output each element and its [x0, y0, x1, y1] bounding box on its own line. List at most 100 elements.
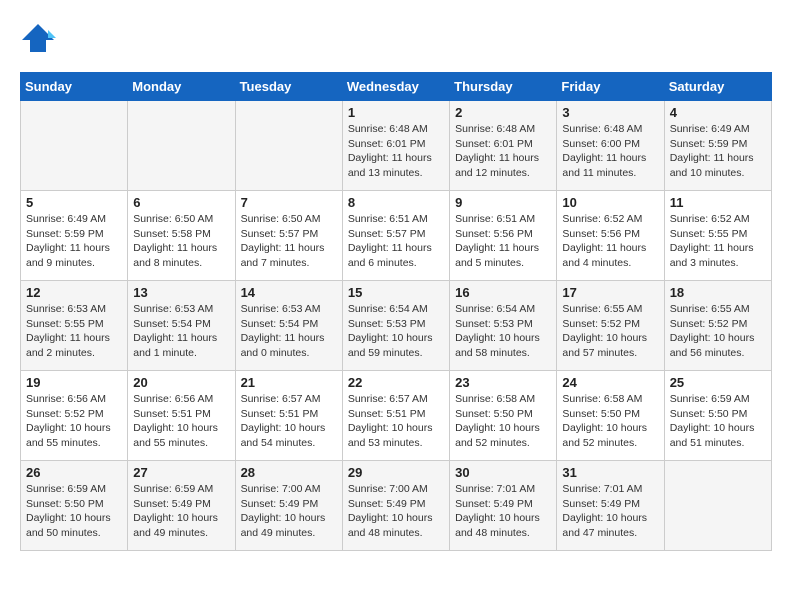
cell-content: Sunrise: 6:58 AM Sunset: 5:50 PM Dayligh…: [562, 392, 658, 451]
day-number: 4: [670, 105, 766, 120]
day-number: 9: [455, 195, 551, 210]
cell-content: Sunrise: 6:52 AM Sunset: 5:55 PM Dayligh…: [670, 212, 766, 271]
cell-content: Sunrise: 6:52 AM Sunset: 5:56 PM Dayligh…: [562, 212, 658, 271]
day-number: 16: [455, 285, 551, 300]
day-number: 14: [241, 285, 337, 300]
cell-content: Sunrise: 6:57 AM Sunset: 5:51 PM Dayligh…: [241, 392, 337, 451]
calendar-cell: [21, 101, 128, 191]
day-number: 11: [670, 195, 766, 210]
cell-content: Sunrise: 6:50 AM Sunset: 5:57 PM Dayligh…: [241, 212, 337, 271]
calendar-cell: 27 Sunrise: 6:59 AM Sunset: 5:49 PM Dayli…: [128, 461, 235, 551]
weekday-header: Sunday: [21, 73, 128, 101]
day-number: 13: [133, 285, 229, 300]
day-number: 31: [562, 465, 658, 480]
cell-content: Sunrise: 6:49 AM Sunset: 5:59 PM Dayligh…: [26, 212, 122, 271]
weekday-header: Tuesday: [235, 73, 342, 101]
cell-content: Sunrise: 6:53 AM Sunset: 5:54 PM Dayligh…: [241, 302, 337, 361]
calendar-week-row: 1Sunrise: 6:48 AM Sunset: 6:01 PM Daylig…: [21, 101, 772, 191]
logo: [20, 20, 62, 56]
calendar-week-row: 26 Sunrise: 6:59 AM Sunset: 5:50 PM Dayli…: [21, 461, 772, 551]
calendar-cell: 6 Sunrise: 6:50 AM Sunset: 5:58 PM Daylig…: [128, 191, 235, 281]
calendar-cell: 17 Sunrise: 6:55 AM Sunset: 5:52 PM Dayli…: [557, 281, 664, 371]
calendar-cell: 21Sunrise: 6:57 AM Sunset: 5:51 PM Dayli…: [235, 371, 342, 461]
day-number: 28: [241, 465, 337, 480]
calendar-table: SundayMondayTuesdayWednesdayThursdayFrid…: [20, 72, 772, 551]
day-number: 10: [562, 195, 658, 210]
day-number: 15: [348, 285, 444, 300]
cell-content: Sunrise: 6:48 AM Sunset: 6:01 PM Dayligh…: [348, 122, 444, 181]
calendar-cell: 4 Sunrise: 6:49 AM Sunset: 5:59 PM Daylig…: [664, 101, 771, 191]
calendar-cell: 28Sunrise: 7:00 AM Sunset: 5:49 PM Dayli…: [235, 461, 342, 551]
day-number: 6: [133, 195, 229, 210]
calendar-cell: 14 Sunrise: 6:53 AM Sunset: 5:54 PM Dayli…: [235, 281, 342, 371]
cell-content: Sunrise: 6:59 AM Sunset: 5:50 PM Dayligh…: [26, 482, 122, 541]
day-number: 24: [562, 375, 658, 390]
calendar-week-row: 5 Sunrise: 6:49 AM Sunset: 5:59 PM Daylig…: [21, 191, 772, 281]
cell-content: Sunrise: 7:01 AM Sunset: 5:49 PM Dayligh…: [455, 482, 551, 541]
calendar-cell: 9 Sunrise: 6:51 AM Sunset: 5:56 PM Daylig…: [450, 191, 557, 281]
calendar-cell: [235, 101, 342, 191]
calendar-cell: 24 Sunrise: 6:58 AM Sunset: 5:50 PM Dayli…: [557, 371, 664, 461]
cell-content: Sunrise: 6:54 AM Sunset: 5:53 PM Dayligh…: [455, 302, 551, 361]
calendar-cell: 10 Sunrise: 6:52 AM Sunset: 5:56 PM Dayli…: [557, 191, 664, 281]
weekday-header: Thursday: [450, 73, 557, 101]
calendar-cell: 16 Sunrise: 6:54 AM Sunset: 5:53 PM Dayli…: [450, 281, 557, 371]
day-number: 3: [562, 105, 658, 120]
calendar-header: SundayMondayTuesdayWednesdayThursdayFrid…: [21, 73, 772, 101]
calendar-cell: 26 Sunrise: 6:59 AM Sunset: 5:50 PM Dayli…: [21, 461, 128, 551]
calendar-cell: 22Sunrise: 6:57 AM Sunset: 5:51 PM Dayli…: [342, 371, 449, 461]
day-number: 29: [348, 465, 444, 480]
weekday-header: Saturday: [664, 73, 771, 101]
cell-content: Sunrise: 6:48 AM Sunset: 6:01 PM Dayligh…: [455, 122, 551, 181]
day-number: 20: [133, 375, 229, 390]
cell-content: Sunrise: 7:00 AM Sunset: 5:49 PM Dayligh…: [348, 482, 444, 541]
calendar-cell: [128, 101, 235, 191]
day-number: 19: [26, 375, 122, 390]
day-number: 22: [348, 375, 444, 390]
day-number: 27: [133, 465, 229, 480]
day-number: 26: [26, 465, 122, 480]
cell-content: Sunrise: 6:58 AM Sunset: 5:50 PM Dayligh…: [455, 392, 551, 451]
day-number: 18: [670, 285, 766, 300]
cell-content: Sunrise: 7:01 AM Sunset: 5:49 PM Dayligh…: [562, 482, 658, 541]
cell-content: Sunrise: 6:56 AM Sunset: 5:51 PM Dayligh…: [133, 392, 229, 451]
calendar-week-row: 19Sunrise: 6:56 AM Sunset: 5:52 PM Dayli…: [21, 371, 772, 461]
day-number: 17: [562, 285, 658, 300]
calendar-cell: 13 Sunrise: 6:53 AM Sunset: 5:54 PM Dayli…: [128, 281, 235, 371]
day-number: 8: [348, 195, 444, 210]
cell-content: Sunrise: 6:51 AM Sunset: 5:56 PM Dayligh…: [455, 212, 551, 271]
cell-content: Sunrise: 6:55 AM Sunset: 5:52 PM Dayligh…: [670, 302, 766, 361]
calendar-cell: 1Sunrise: 6:48 AM Sunset: 6:01 PM Daylig…: [342, 101, 449, 191]
calendar-cell: 18 Sunrise: 6:55 AM Sunset: 5:52 PM Dayli…: [664, 281, 771, 371]
cell-content: Sunrise: 6:53 AM Sunset: 5:54 PM Dayligh…: [133, 302, 229, 361]
cell-content: Sunrise: 6:53 AM Sunset: 5:55 PM Dayligh…: [26, 302, 122, 361]
day-number: 2: [455, 105, 551, 120]
cell-content: Sunrise: 6:55 AM Sunset: 5:52 PM Dayligh…: [562, 302, 658, 361]
day-number: 7: [241, 195, 337, 210]
calendar-cell: 11 Sunrise: 6:52 AM Sunset: 5:55 PM Dayli…: [664, 191, 771, 281]
day-number: 30: [455, 465, 551, 480]
day-number: 5: [26, 195, 122, 210]
cell-content: Sunrise: 6:50 AM Sunset: 5:58 PM Dayligh…: [133, 212, 229, 271]
calendar-cell: 29 Sunrise: 7:00 AM Sunset: 5:49 PM Dayli…: [342, 461, 449, 551]
cell-content: Sunrise: 6:51 AM Sunset: 5:57 PM Dayligh…: [348, 212, 444, 271]
weekday-header: Monday: [128, 73, 235, 101]
calendar-cell: 25 Sunrise: 6:59 AM Sunset: 5:50 PM Dayli…: [664, 371, 771, 461]
calendar-cell: 2 Sunrise: 6:48 AM Sunset: 6:01 PM Daylig…: [450, 101, 557, 191]
calendar-cell: [664, 461, 771, 551]
cell-content: Sunrise: 6:59 AM Sunset: 5:50 PM Dayligh…: [670, 392, 766, 451]
day-number: 23: [455, 375, 551, 390]
cell-content: Sunrise: 6:49 AM Sunset: 5:59 PM Dayligh…: [670, 122, 766, 181]
day-number: 12: [26, 285, 122, 300]
weekday-header: Wednesday: [342, 73, 449, 101]
calendar-cell: 3 Sunrise: 6:48 AM Sunset: 6:00 PM Daylig…: [557, 101, 664, 191]
calendar-body: 1Sunrise: 6:48 AM Sunset: 6:01 PM Daylig…: [21, 101, 772, 551]
cell-content: Sunrise: 6:59 AM Sunset: 5:49 PM Dayligh…: [133, 482, 229, 541]
day-number: 25: [670, 375, 766, 390]
logo-icon: [20, 20, 56, 56]
cell-content: Sunrise: 6:54 AM Sunset: 5:53 PM Dayligh…: [348, 302, 444, 361]
cell-content: Sunrise: 6:48 AM Sunset: 6:00 PM Dayligh…: [562, 122, 658, 181]
calendar-cell: 5 Sunrise: 6:49 AM Sunset: 5:59 PM Daylig…: [21, 191, 128, 281]
calendar-cell: 30 Sunrise: 7:01 AM Sunset: 5:49 PM Dayli…: [450, 461, 557, 551]
calendar-cell: 19Sunrise: 6:56 AM Sunset: 5:52 PM Dayli…: [21, 371, 128, 461]
